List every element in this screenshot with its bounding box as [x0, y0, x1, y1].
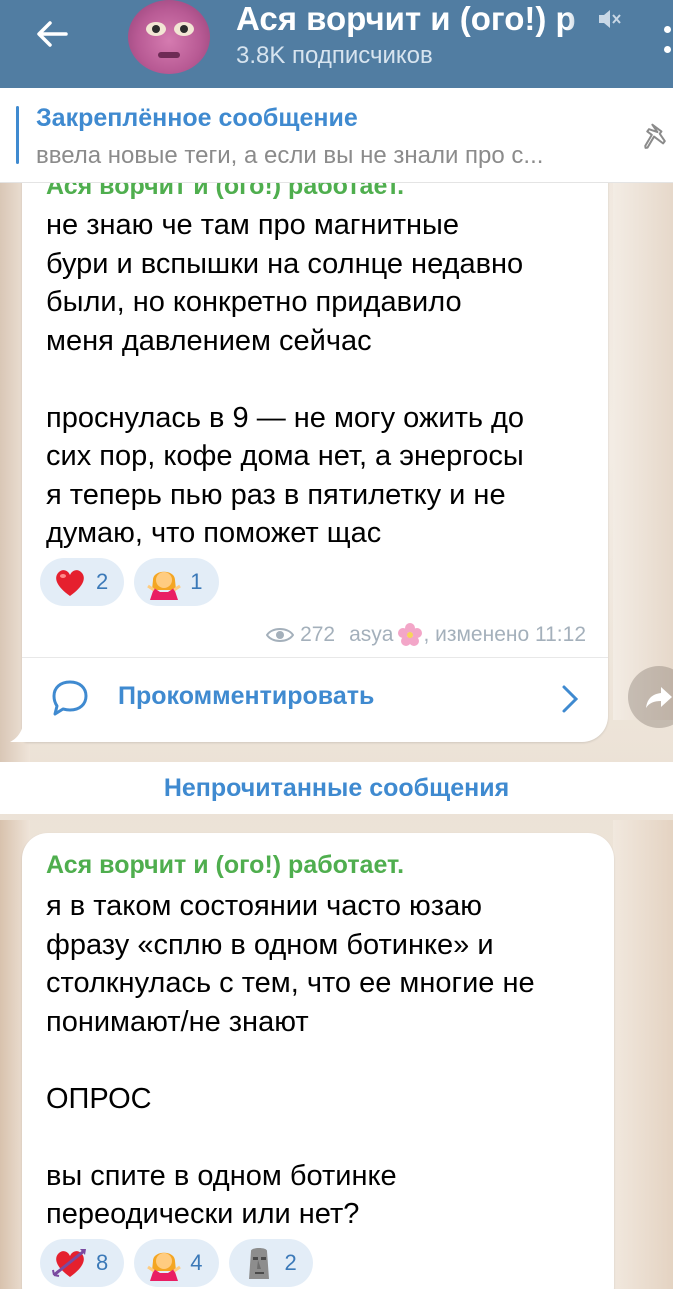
- flower-icon: [398, 623, 423, 646]
- channel-title[interactable]: Ася ворчит и (ого!) р: [236, 0, 596, 38]
- pinned-indicator: [16, 106, 19, 164]
- chat-header: Ася ворчит и (ого!) р 3.8K подписчиков: [0, 0, 673, 88]
- bubble-tail: [10, 716, 30, 742]
- reaction-count: 8: [96, 1250, 109, 1275]
- reaction-count: 2: [96, 569, 109, 594]
- unread-label: Непрочитанные сообщения: [163, 774, 510, 802]
- pinned-title: Закреплённое сообщение: [36, 104, 358, 132]
- author-signature: asya: [349, 623, 394, 646]
- chevron-right-icon: [562, 685, 579, 713]
- reaction-count: 1: [190, 569, 203, 594]
- comment-icon: [52, 680, 88, 716]
- share-button[interactable]: [628, 666, 673, 728]
- message-bubble[interactable]: Ася ворчит и (ого!) работает. не знаю че…: [22, 140, 608, 742]
- unread-messages-divider: Непрочитанные сообщения: [0, 762, 673, 814]
- subscribers-count: 3.8K подписчиков: [236, 42, 433, 69]
- message-text: я в таком состоянии часто юзаю фразу «сп…: [46, 890, 535, 1230]
- channel-avatar[interactable]: [128, 0, 210, 74]
- pinned-text: ввела новые теги, а если вы не знали про…: [36, 142, 544, 169]
- pin-icon[interactable]: [640, 118, 673, 154]
- background-wallpaper: [613, 820, 673, 1289]
- comment-label: Прокомментировать: [118, 682, 375, 710]
- pinned-message-bar[interactable]: Закреплённое сообщение ввела новые теги,…: [0, 88, 673, 183]
- message-text: не знаю че там про магнитные бури и вспы…: [46, 209, 525, 549]
- share-arrow-icon: [646, 687, 672, 708]
- views-count: 272: [300, 623, 336, 646]
- message-meta: 272 asya , изменено 11:12: [266, 622, 586, 648]
- reaction-count: 4: [190, 1250, 203, 1275]
- eye-icon: [266, 628, 295, 642]
- reaction-count: 2: [284, 1250, 297, 1275]
- reaction-shrug[interactable]: 4: [134, 1239, 219, 1287]
- reaction-heart[interactable]: 2: [40, 558, 125, 606]
- reaction-shrug[interactable]: 1: [134, 558, 219, 606]
- edited-time: , изменено 11:12: [423, 623, 586, 646]
- back-arrow-icon[interactable]: [26, 14, 82, 54]
- red-heart-icon: [52, 564, 88, 600]
- reaction-heart-arrow[interactable]: 8: [40, 1239, 125, 1287]
- reactions-bar: 8 4 2: [40, 1239, 313, 1287]
- reactions-bar: 2 1: [40, 558, 219, 606]
- heart-with-arrow-icon: [52, 1245, 88, 1281]
- muted-speaker-icon: [599, 10, 621, 28]
- more-menu-icon[interactable]: [654, 8, 673, 58]
- message-bubble[interactable]: Ася ворчит и (ого!) работает. я в таком …: [22, 833, 614, 1289]
- reaction-moai[interactable]: 2: [228, 1239, 313, 1287]
- moai-icon: [241, 1245, 277, 1281]
- woman-shrugging-icon: [146, 1245, 182, 1281]
- comment-button[interactable]: Прокомментировать: [22, 658, 608, 738]
- woman-shrugging-icon: [146, 564, 182, 600]
- sender-name[interactable]: Ася ворчит и (ого!) работает.: [46, 851, 404, 880]
- background-wallpaper: [613, 180, 673, 720]
